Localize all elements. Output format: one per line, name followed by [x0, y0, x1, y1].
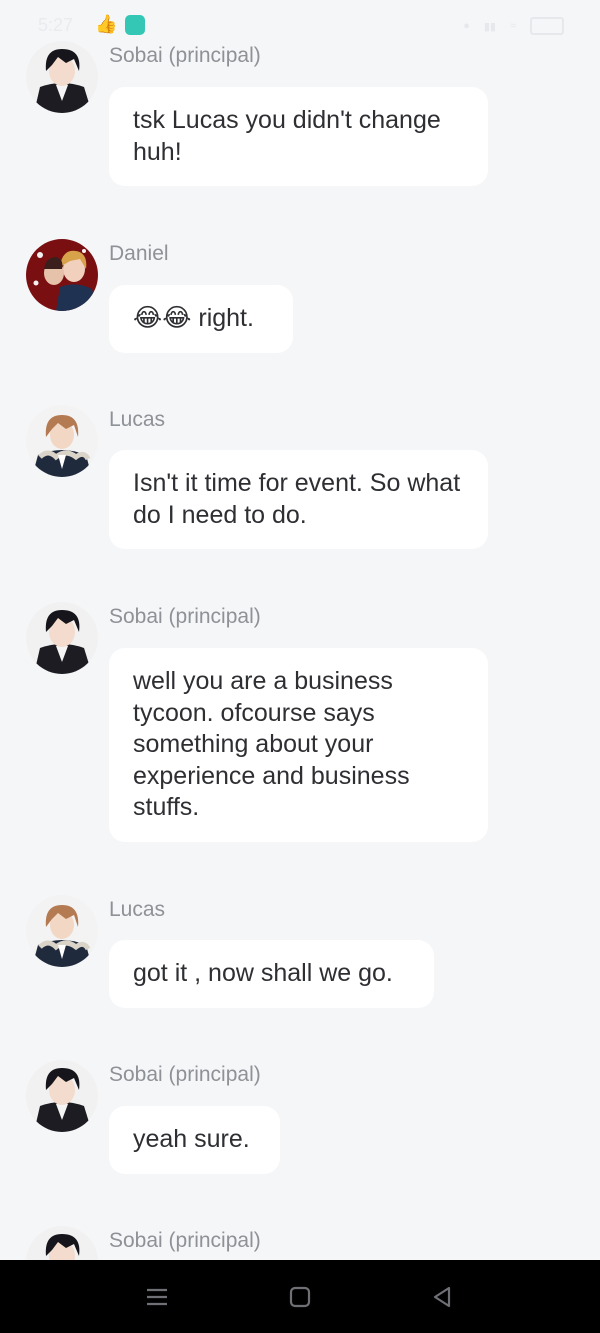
message-bubble[interactable]: well you are a business tycoon. ofcourse…	[109, 648, 488, 842]
avatar[interactable]	[26, 239, 98, 311]
avatar[interactable]	[26, 602, 98, 674]
app-badge-icon	[125, 14, 146, 35]
message-bubble[interactable]: Isn't it time for event. So what do I ne…	[109, 450, 488, 549]
like-icon: 👍	[95, 14, 118, 34]
sender-name: Daniel	[109, 242, 169, 265]
avatar[interactable]	[26, 1060, 98, 1132]
chat-feed[interactable]: Sobai (principal) tsk Lucas you didn't c…	[0, 0, 600, 1260]
message-bubble[interactable]: got it , now shall we go.	[109, 940, 434, 1008]
avatar[interactable]	[26, 1226, 98, 1260]
sobai-avatar-image	[26, 602, 98, 674]
avatar[interactable]	[26, 895, 98, 967]
navigation-bar	[0, 1260, 600, 1333]
status-bar: 5:27 👍 ● ▮▮ ≈	[0, 0, 600, 52]
battery-icon	[530, 17, 564, 35]
wifi-icon: ≈	[509, 20, 516, 32]
signal-icon: ▮▮	[483, 20, 496, 33]
menu-icon[interactable]	[143, 1284, 171, 1310]
sobai-avatar-image	[26, 1060, 98, 1132]
sender-name: Sobai (principal)	[109, 605, 261, 628]
status-right-icons: ● ▮▮ ≈	[463, 17, 564, 35]
home-icon[interactable]	[286, 1284, 314, 1310]
message-bubble[interactable]: tsk Lucas you didn't change huh!	[109, 87, 488, 186]
sobai-avatar-image	[26, 1226, 98, 1260]
lucas-avatar-image	[26, 405, 98, 477]
sender-name: Sobai (principal)	[109, 1063, 261, 1086]
back-icon[interactable]	[429, 1284, 457, 1310]
lucas-avatar-image	[26, 895, 98, 967]
avatar[interactable]	[26, 405, 98, 477]
message-bubble[interactable]: 😂😂 right.	[109, 285, 293, 353]
sender-name: Lucas	[109, 898, 166, 921]
sender-name: Lucas	[109, 408, 166, 431]
status-left-icons: 👍	[95, 14, 146, 35]
message-bubble[interactable]: yeah sure.	[109, 1106, 280, 1174]
sender-name: Sobai (principal)	[109, 1229, 261, 1252]
status-time: 5:27	[38, 15, 74, 35]
daniel-avatar-image	[26, 239, 98, 311]
data-speed-icon: ●	[463, 20, 470, 32]
